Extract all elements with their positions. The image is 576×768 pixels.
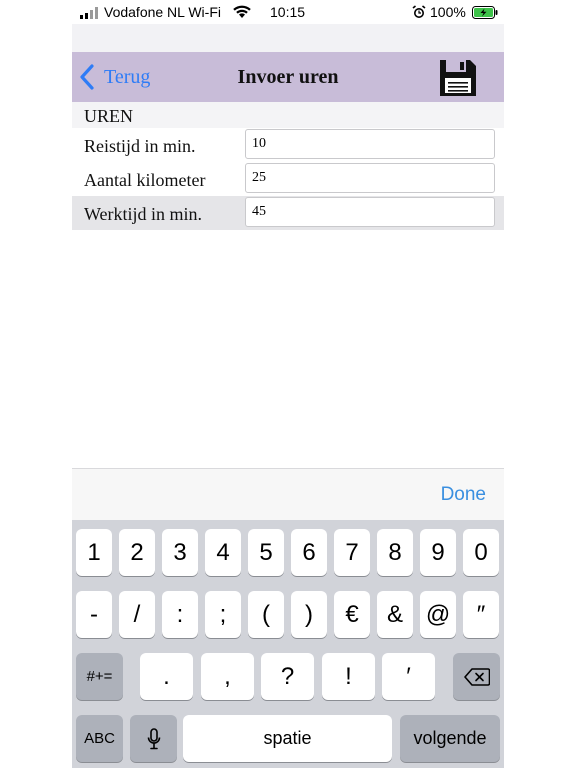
next-key[interactable]: volgende	[400, 715, 500, 762]
key-hyphen[interactable]: -	[76, 591, 112, 638]
dictation-key[interactable]	[130, 715, 177, 762]
key-0[interactable]: 0	[463, 529, 499, 576]
key-double-quote[interactable]: ″	[463, 591, 499, 638]
key-5[interactable]: 5	[248, 529, 284, 576]
key-at[interactable]: @	[420, 591, 456, 638]
done-button[interactable]: Done	[441, 484, 486, 506]
key-apostrophe[interactable]: ′	[382, 653, 435, 700]
key-6[interactable]: 6	[291, 529, 327, 576]
form-row-reistijd: Reistijd in min.	[72, 128, 504, 162]
status-bar: Vodafone NL Wi-Fi 10:15 100%	[72, 0, 504, 24]
kilometer-input[interactable]	[245, 163, 495, 193]
key-9[interactable]: 9	[420, 529, 456, 576]
form-row-werktijd: Werktijd in min.	[72, 196, 504, 230]
navigation-bar: Terug Invoer uren	[72, 52, 504, 102]
key-close-paren[interactable]: )	[291, 591, 327, 638]
key-3[interactable]: 3	[162, 529, 198, 576]
reistijd-label: Reistijd in min.	[84, 136, 196, 156]
space-key[interactable]: spatie	[183, 715, 392, 762]
key-ampersand[interactable]: &	[377, 591, 413, 638]
key-more-symbols[interactable]: #+=	[76, 653, 123, 700]
alarm-clock-icon	[412, 5, 426, 18]
status-spacer	[72, 24, 504, 52]
werktijd-label: Werktijd in min.	[84, 204, 203, 224]
key-comma[interactable]: ,	[201, 653, 254, 700]
battery-percentage: 100%	[430, 4, 466, 20]
form-row-kilometer: Aantal kilometer	[72, 162, 504, 196]
save-floppy-icon[interactable]	[438, 58, 478, 98]
cellular-signal-icon	[80, 7, 98, 19]
section-header: UREN	[72, 102, 504, 128]
stage: Vodafone NL Wi-Fi 10:15 100% Terug Invoe…	[0, 0, 576, 768]
status-time: 10:15	[270, 4, 306, 20]
key-7[interactable]: 7	[334, 529, 370, 576]
microphone-icon	[147, 727, 160, 749]
carrier-name: Vodafone NL Wi-Fi	[104, 4, 221, 20]
battery-charging-icon	[472, 6, 498, 19]
key-2[interactable]: 2	[119, 529, 155, 576]
key-euro[interactable]: €	[334, 591, 370, 638]
key-semicolon[interactable]: ;	[205, 591, 241, 638]
backspace-key[interactable]	[453, 653, 500, 700]
wifi-icon	[233, 5, 251, 18]
key-4[interactable]: 4	[205, 529, 241, 576]
key-slash[interactable]: /	[119, 591, 155, 638]
key-period[interactable]: .	[140, 653, 193, 700]
key-exclamation[interactable]: !	[322, 653, 375, 700]
keyboard-accessory-bar: Done	[72, 468, 504, 521]
key-open-paren[interactable]: (	[248, 591, 284, 638]
phone-screen: Vodafone NL Wi-Fi 10:15 100% Terug Invoe…	[72, 0, 504, 768]
reistijd-input[interactable]	[245, 129, 495, 159]
werktijd-input[interactable]	[245, 197, 495, 227]
key-question[interactable]: ?	[261, 653, 314, 700]
key-1[interactable]: 1	[76, 529, 112, 576]
key-colon[interactable]: :	[162, 591, 198, 638]
abc-key[interactable]: ABC	[76, 715, 123, 762]
section-title: UREN	[84, 106, 133, 126]
keyboard: 1 2 3 4 5 6 7 8 9 0 - / : ; ( ) € & @ ″ …	[72, 520, 504, 768]
kilometer-label: Aantal kilometer	[84, 170, 206, 190]
key-8[interactable]: 8	[377, 529, 413, 576]
backspace-icon	[463, 667, 490, 686]
